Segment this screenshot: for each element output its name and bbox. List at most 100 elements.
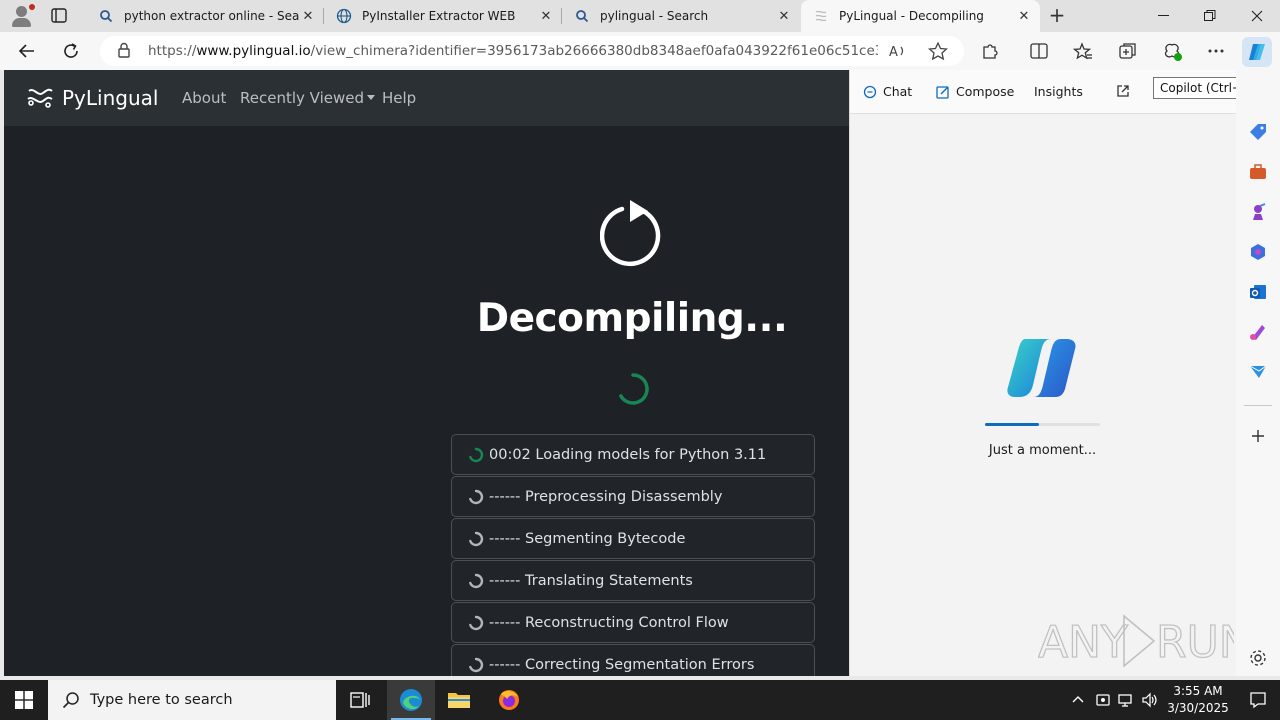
anyrun-watermark: ANY RUN [1037,610,1252,672]
taskbar-search-placeholder: Type here to search [90,692,233,708]
close-tab-icon[interactable]: ✕ [776,8,792,24]
notification-center-button[interactable] [1236,680,1280,720]
restore-window-button[interactable] [1187,0,1233,32]
new-tab-button[interactable]: + [1046,5,1068,27]
windows-start-button[interactable] [0,680,48,720]
url-text[interactable]: https://www.pylingual.io/view_chimera?id… [148,43,878,59]
step-label: ------ Translating Statements [489,572,693,589]
copilot-loading-progress [985,423,1100,426]
volume-tray-icon[interactable] [1141,692,1159,708]
compose-icon [936,85,949,99]
step-reconstructing-control-flow: ------ Reconstructing Control Flow [451,602,815,643]
loading-spinner-icon [616,372,650,406]
collections-icon[interactable] [1118,42,1138,60]
copilot-tab-insights[interactable]: Insights [1034,84,1083,99]
tab-python-extractor-search[interactable]: python extractor online - Search ✕ [86,0,324,32]
chevron-down-icon [367,95,375,100]
step-spinner-icon [469,615,484,630]
close-tab-icon[interactable]: ✕ [300,8,316,24]
step-translating-statements: ------ Translating Statements [451,560,815,601]
refresh-button[interactable] [57,37,85,65]
show-hidden-icons-chevron-icon[interactable] [1070,692,1088,708]
shopping-tag-icon[interactable] [1248,122,1268,142]
task-view-button[interactable] [336,680,384,720]
task-view-icon [350,692,370,708]
chat-icon [863,85,877,98]
step-label: ------ Segmenting Bytecode [489,530,686,547]
edge-sidebar [1236,70,1280,676]
extensions-icon[interactable] [980,42,1000,60]
open-in-new-window-icon[interactable] [1116,84,1130,98]
taskbar-search-box[interactable]: Type here to search [48,680,336,720]
games-chess-icon[interactable] [1248,202,1268,222]
minimize-window-button[interactable] [1141,0,1187,32]
favorites-icon[interactable] [1072,42,1093,60]
tab-strip: python extractor online - Search ✕ PyIns… [0,0,1280,32]
step-preprocessing-disassembly: ------ Preprocessing Disassembly [451,476,815,517]
send-drop-icon[interactable] [1248,362,1268,382]
microsoft-365-icon[interactable] [1248,242,1268,262]
tab-pyinstaller-extractor[interactable]: PyInstaller Extractor WEB ✕ [324,0,562,32]
outlook-icon[interactable] [1248,282,1268,302]
lock-icon[interactable] [117,42,133,60]
decompiling-heading: Decompiling... [476,296,788,341]
svg-text:ANY: ANY [1038,617,1128,668]
tab-title: python extractor online - Search [124,9,300,23]
notification-icon [1250,692,1266,709]
taskbar-clock[interactable]: 3:55 AM 3/30/2025 [1160,683,1236,717]
settings-and-more-icon[interactable] [1206,42,1226,60]
security-shield-tray-icon[interactable] [1094,692,1112,708]
split-screen-icon[interactable] [1029,42,1049,60]
step-spinner-icon [469,447,484,462]
read-aloud-icon[interactable]: A [888,42,908,60]
profile-avatar-icon[interactable] [10,4,35,28]
tab-pylingual-decompiling[interactable]: PyLingual - Decompiling ✕ [801,0,1040,32]
copilot-tab-chat[interactable]: Chat [863,84,912,99]
nav-recently-viewed-dropdown[interactable]: Recently Viewed [240,89,375,107]
search-icon [62,692,79,709]
copilot-button[interactable] [1242,37,1272,67]
taskbar-edge-button[interactable] [387,680,435,720]
copilot-loading-text: Just a moment... [988,443,1097,458]
search-icon [574,8,590,24]
step-correcting-segmentation: ------ Correcting Segmentation Errors [451,644,815,676]
browser-essentials-icon[interactable] [1162,42,1184,62]
clock-time: 3:55 AM [1173,684,1223,698]
step-spinner-icon [469,489,484,504]
nav-help-link[interactable]: Help [382,89,416,107]
step-spinner-icon [469,657,484,672]
nav-about-link[interactable]: About [182,89,226,107]
tab-actions-menu-icon[interactable] [48,6,70,26]
reload-arrow-icon [599,198,664,268]
taskbar-firefox-button[interactable] [485,680,533,720]
back-button[interactable] [13,37,41,65]
globe-icon [336,8,352,24]
tab-pylingual-search[interactable]: pylingual - Search ✕ [562,0,800,32]
sidebar-settings-gear-icon[interactable] [1248,648,1268,668]
copilot-tab-compose[interactable]: Compose [936,84,1014,99]
pylingual-page: PyLingual About Recently Viewed Help Dec… [4,70,849,676]
clock-date: 3/30/2025 [1167,701,1229,715]
add-favorite-star-icon[interactable] [927,41,949,61]
firefox-icon [499,690,519,710]
taskbar-file-explorer-button[interactable] [435,680,483,720]
copilot-loading-progress-fill [985,423,1040,426]
close-tab-icon[interactable]: ✕ [1016,8,1032,24]
profile-notification-dot [29,4,35,10]
step-label: 00:02 Loading models for Python 3.11 [489,446,767,463]
designer-icon[interactable] [1248,322,1268,342]
add-sidebar-app-icon[interactable] [1248,426,1268,446]
sidebar-divider [1244,405,1272,406]
network-tray-icon[interactable] [1117,692,1135,708]
pylingual-favicon-icon [813,8,829,24]
svg-text:RUN: RUN [1156,617,1234,668]
svg-text:A: A [889,45,898,60]
windows-logo-icon [15,691,33,709]
tab-title: PyLingual - Decompiling [839,9,984,23]
step-label: ------ Reconstructing Control Flow [489,614,729,631]
tools-briefcase-icon[interactable] [1248,162,1268,182]
copilot-logo-icon [1005,333,1081,403]
site-brand-link[interactable]: PyLingual [26,84,158,112]
close-window-button[interactable] [1234,0,1280,32]
close-tab-icon[interactable]: ✕ [538,8,554,24]
